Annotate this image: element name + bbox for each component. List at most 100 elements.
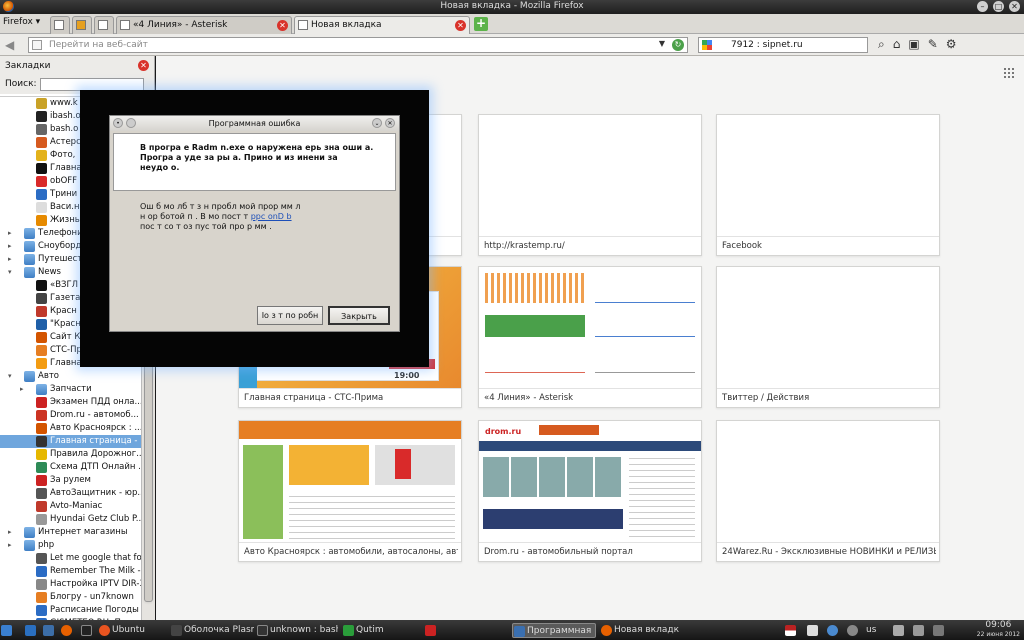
keyboard-layout[interactable]: us bbox=[864, 623, 888, 638]
bookmark-item[interactable]: Блогру - un7known bbox=[0, 591, 141, 604]
bookmark-folder[interactable]: ▸ Интернет магазины bbox=[0, 526, 141, 539]
kde-menu-icon[interactable] bbox=[0, 623, 22, 638]
sidebar-header: Закладки ✕ bbox=[0, 56, 154, 76]
menu-icon[interactable] bbox=[126, 118, 136, 128]
taskbar-item-ubuntu[interactable]: Ubuntu bbox=[98, 623, 166, 638]
chevron-down-icon[interactable]: ▼ bbox=[659, 39, 665, 48]
clock[interactable]: 09:06 22 июня 2012 bbox=[977, 621, 1020, 639]
bookmark-item[interactable]: Расписание Погоды в ... bbox=[0, 604, 141, 617]
error-message: В програ е Radm n.exe о наружена ерь зна… bbox=[113, 133, 396, 191]
maximize-icon[interactable]: □ bbox=[993, 1, 1004, 12]
taskbar-label: Ubuntu bbox=[112, 625, 145, 635]
tile-avto-krasnoyarsk[interactable]: Авто Красноярск : автомобили, автосалоны… bbox=[238, 420, 462, 562]
volume-icon[interactable] bbox=[912, 623, 928, 638]
bookmark-item[interactable]: Главная страница - ... bbox=[0, 435, 141, 448]
close-tab-icon[interactable]: ✕ bbox=[455, 20, 466, 31]
bookmark-item[interactable]: Настройка IPTV DIR-30... bbox=[0, 578, 141, 591]
close-button[interactable]: Закрыть bbox=[328, 306, 390, 325]
tile-24warez[interactable]: 24Warez.Ru - Эксклюзивные НОВИНКИ и РЕЛИ… bbox=[716, 420, 940, 562]
bookmark-icon[interactable]: ▣ bbox=[908, 37, 919, 52]
tile-drom[interactable]: drom.ru Drom.ru - автомобильный портал bbox=[478, 420, 702, 562]
pinned-tab[interactable] bbox=[94, 16, 114, 34]
tile-preview bbox=[479, 115, 701, 237]
bookmark-folder[interactable]: ▸ php bbox=[0, 539, 141, 552]
bookmark-label: Правила Дорожног... bbox=[50, 449, 141, 459]
tile-twitter[interactable]: Твиттер / Действия bbox=[716, 266, 940, 408]
chevron-down-icon[interactable]: ▾ bbox=[8, 370, 12, 383]
bookmark-item[interactable]: За рулем bbox=[0, 474, 141, 487]
wrench-icon[interactable]: ⚙ bbox=[946, 37, 957, 52]
favicon-icon bbox=[36, 345, 47, 356]
taskbar-item-error[interactable]: Программная bbox=[512, 623, 596, 638]
bookmark-item[interactable]: Авто Красноярск : ... bbox=[0, 422, 141, 435]
binoculars-icon[interactable]: ⌕ bbox=[878, 37, 885, 52]
bookmark-label: За рулем bbox=[50, 475, 91, 485]
back-arrow-icon[interactable]: ◀ bbox=[5, 38, 19, 52]
close-sidebar-icon[interactable]: ✕ bbox=[138, 60, 149, 71]
chevron-down-icon[interactable]: ⌄ bbox=[372, 118, 382, 128]
chevron-down-icon[interactable]: ▾ bbox=[8, 266, 12, 279]
chevron-right-icon[interactable]: ▸ bbox=[8, 526, 12, 539]
chevron-right-icon[interactable]: ▸ bbox=[20, 383, 24, 396]
terminal-icon[interactable] bbox=[80, 623, 96, 638]
search-box[interactable]: 7912 : sipnet.ru bbox=[698, 37, 868, 53]
chevron-right-icon[interactable]: ▸ bbox=[8, 240, 12, 253]
bookmark-item[interactable]: Правила Дорожног... bbox=[0, 448, 141, 461]
chevron-up-icon[interactable] bbox=[932, 623, 948, 638]
bookmark-item[interactable]: Hyundai Getz Club P... bbox=[0, 513, 141, 526]
bookmark-item[interactable]: АвтоЗащитник - юр... bbox=[0, 487, 141, 500]
bookmark-item[interactable]: Avto-Maniac bbox=[0, 500, 141, 513]
close-tab-icon[interactable]: ✕ bbox=[277, 20, 288, 31]
firefox-launcher-icon[interactable] bbox=[60, 623, 76, 638]
pin-icon[interactable]: • bbox=[113, 118, 123, 128]
bookmark-folder[interactable]: ▾ Авто bbox=[0, 370, 141, 383]
bookmark-item[interactable]: Let me google that for... bbox=[0, 552, 141, 565]
favicon-icon bbox=[36, 163, 47, 174]
message-line: неудо о. bbox=[140, 163, 180, 172]
home-icon[interactable]: ⌂ bbox=[893, 37, 901, 52]
close-icon[interactable]: ✕ bbox=[1009, 1, 1020, 12]
bookmark-label: Блогру - un7known bbox=[50, 592, 134, 602]
pinned-tab[interactable] bbox=[72, 16, 92, 34]
settings-icon[interactable] bbox=[846, 623, 862, 638]
chevron-right-icon[interactable]: ▸ bbox=[8, 539, 12, 552]
tile-asterisk[interactable]: «4 Линия» - Asterisk bbox=[478, 266, 702, 408]
taskbar-item-app[interactable] bbox=[424, 623, 508, 638]
tools-icon[interactable]: ✎ bbox=[928, 37, 938, 52]
desktop-icon[interactable] bbox=[24, 623, 40, 638]
taskbar-item-firefox[interactable]: Новая вкладк bbox=[600, 623, 684, 638]
flag-icon[interactable] bbox=[784, 623, 800, 638]
taskbar-item-qutim[interactable]: Qutim bbox=[342, 623, 418, 638]
pinned-tab[interactable] bbox=[50, 16, 70, 34]
taskbar-item-plasma[interactable]: Оболочка Plasm bbox=[170, 623, 254, 638]
chevron-right-icon[interactable]: ▸ bbox=[8, 227, 12, 240]
wrench-icon[interactable] bbox=[892, 623, 908, 638]
favicon-icon bbox=[36, 98, 47, 109]
bookmark-item[interactable]: Remember The Milk - ... bbox=[0, 565, 141, 578]
new-tab-button[interactable]: + bbox=[474, 17, 488, 31]
grid-toggle-icon[interactable] bbox=[1004, 68, 1014, 78]
tile-krastemp[interactable]: http://krastemp.ru/ bbox=[478, 114, 702, 256]
bookmark-item[interactable]: Схема ДТП Онлайн ... bbox=[0, 461, 141, 474]
url-bar[interactable]: Перейти на веб-сайт ▼ ↻ bbox=[28, 37, 688, 53]
details-button[interactable]: Io з т по робн bbox=[257, 306, 323, 325]
reload-icon[interactable]: ↻ bbox=[672, 39, 684, 51]
tile-facebook[interactable]: Facebook bbox=[716, 114, 940, 256]
tab-asterisk[interactable]: «4 Линия» - Asterisk ✕ bbox=[116, 16, 292, 34]
close-icon[interactable]: ✕ bbox=[385, 118, 395, 128]
support-link[interactable]: ppc onD b bbox=[251, 212, 292, 221]
taskbar-item-bash[interactable]: unknown : bash bbox=[256, 623, 338, 638]
bookmark-label: Drom.ru - автомоб... bbox=[50, 410, 139, 420]
tab-new-tab[interactable]: Новая вкладка ✕ bbox=[294, 16, 470, 34]
taskbar-label: Программная bbox=[527, 626, 592, 636]
bookmark-item[interactable]: Drom.ru - автомоб... bbox=[0, 409, 141, 422]
sync-icon[interactable] bbox=[826, 623, 842, 638]
minimize-icon[interactable]: – bbox=[977, 1, 988, 12]
firefox-menu-button[interactable]: Firefox ▾ bbox=[3, 17, 40, 27]
bookmark-item[interactable]: Экзамен ПДД онла... bbox=[0, 396, 141, 409]
chevron-right-icon[interactable]: ▸ bbox=[8, 253, 12, 266]
bookmark-label: News bbox=[38, 267, 61, 277]
calendar-icon[interactable] bbox=[806, 623, 822, 638]
files-icon[interactable] bbox=[42, 623, 58, 638]
bookmark-folder[interactable]: ▸ Запчасти bbox=[0, 383, 141, 396]
